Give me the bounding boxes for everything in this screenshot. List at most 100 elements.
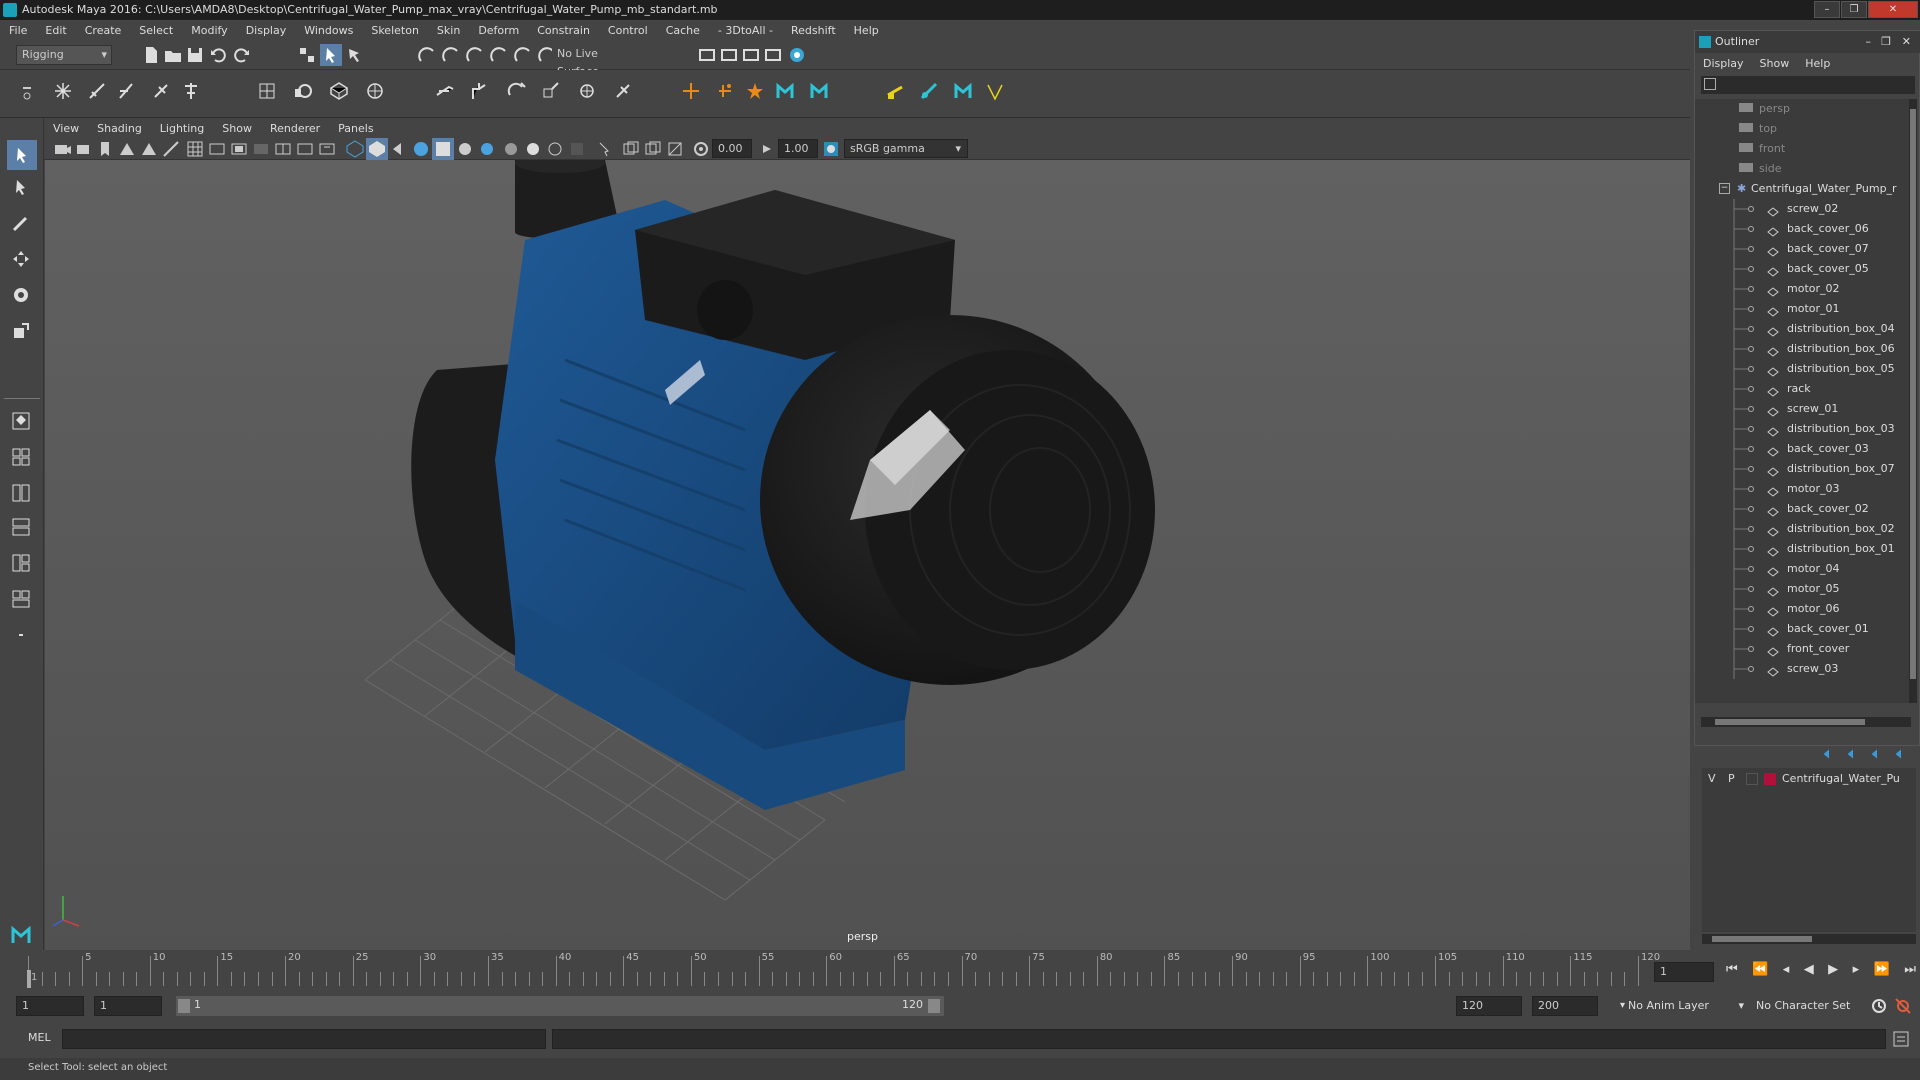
field-chart-icon[interactable] bbox=[272, 138, 294, 160]
interactive-bind-icon[interactable] bbox=[292, 80, 314, 102]
menu-file[interactable]: File bbox=[0, 24, 36, 37]
vp-menu-panels[interactable]: Panels bbox=[329, 122, 382, 135]
menu-create[interactable]: Create bbox=[76, 24, 131, 37]
menu-redshift[interactable]: Redshift bbox=[782, 24, 845, 37]
ipr-render-icon[interactable] bbox=[740, 44, 762, 66]
smooth-shade-icon[interactable] bbox=[366, 138, 388, 160]
maya-m-icon-3[interactable] bbox=[952, 80, 974, 102]
safe-action-icon[interactable] bbox=[294, 138, 316, 160]
layer-hscrollbar[interactable] bbox=[1702, 934, 1916, 944]
redo-icon[interactable] bbox=[230, 44, 252, 66]
layer-new-icon[interactable] bbox=[1868, 746, 1886, 762]
shadows-icon[interactable] bbox=[454, 138, 476, 160]
layer-playback-toggle[interactable]: P bbox=[1728, 770, 1735, 788]
wireframe-icon[interactable] bbox=[344, 138, 366, 160]
outliner-item[interactable]: back_cover_01 bbox=[1695, 619, 1905, 639]
point-constraint-icon[interactable] bbox=[612, 80, 634, 102]
minimize-button[interactable]: – bbox=[1814, 1, 1840, 18]
vp-menu-view[interactable]: View bbox=[44, 122, 88, 135]
vp-menu-renderer[interactable]: Renderer bbox=[261, 122, 329, 135]
paint-select-icon[interactable] bbox=[10, 212, 32, 234]
outliner-item[interactable]: distribution_box_07 bbox=[1695, 459, 1905, 479]
blend-shape-icon[interactable] bbox=[506, 80, 528, 102]
step-forward-frame-icon[interactable]: ▸ bbox=[1853, 962, 1860, 982]
outliner-menu-display[interactable]: Display bbox=[1695, 57, 1752, 70]
lights-icon[interactable] bbox=[476, 138, 498, 160]
cmd-language-label[interactable]: MEL bbox=[28, 1031, 51, 1044]
xray-components-icon[interactable] bbox=[544, 138, 566, 160]
outliner-item[interactable]: back_cover_05 bbox=[1695, 259, 1905, 279]
outliner-tree[interactable]: persp top front side − ✱ Centrifugal_Wat… bbox=[1695, 99, 1915, 703]
four-view-layout-icon[interactable] bbox=[10, 446, 32, 468]
outliner-item[interactable]: motor_05 bbox=[1695, 579, 1905, 599]
xray-icon[interactable] bbox=[500, 138, 522, 160]
isolate-select-icon[interactable] bbox=[566, 138, 588, 160]
outliner-item[interactable]: motor_06 bbox=[1695, 599, 1905, 619]
ik-handle-icon[interactable] bbox=[86, 80, 108, 102]
persp-graph-layout-icon[interactable] bbox=[10, 516, 32, 538]
image-plane-icon[interactable] bbox=[116, 138, 138, 160]
menu-help[interactable]: Help bbox=[845, 24, 888, 37]
menu-edit[interactable]: Edit bbox=[36, 24, 75, 37]
outliner-close-button[interactable]: ✕ bbox=[1902, 31, 1911, 53]
scene-start-field[interactable]: 1 bbox=[16, 996, 84, 1016]
step-forward-key-icon[interactable]: ⏩ bbox=[1874, 962, 1890, 982]
menu-display[interactable]: Display bbox=[237, 24, 296, 37]
outliner-hscroll-thumb[interactable] bbox=[1715, 719, 1865, 725]
2d-pan-zoom-icon[interactable] bbox=[138, 138, 160, 160]
outliner-hscrollbar[interactable] bbox=[1701, 717, 1911, 727]
persp-outliner-layout-icon[interactable] bbox=[10, 482, 32, 504]
playback-start-field[interactable]: 1 bbox=[94, 996, 162, 1016]
menu-select[interactable]: Select bbox=[130, 24, 182, 37]
outliner-item[interactable]: motor_03 bbox=[1695, 479, 1905, 499]
layer-list[interactable]: V P Centrifugal_Water_Pu bbox=[1702, 768, 1916, 932]
outliner-item[interactable]: distribution_box_05 bbox=[1695, 359, 1905, 379]
outliner-camera-side[interactable]: side bbox=[1739, 159, 1782, 179]
ik-spline-icon[interactable] bbox=[116, 80, 138, 102]
snap-view-plane-icon[interactable] bbox=[488, 44, 510, 66]
animation-preferences-icon[interactable] bbox=[1892, 995, 1914, 1017]
parent-constraint-icon[interactable] bbox=[576, 80, 598, 102]
outliner-maximize-button[interactable]: ❐ bbox=[1881, 31, 1891, 53]
mode-dropdown[interactable]: Rigging ▾ bbox=[16, 45, 112, 65]
high-quality-icon[interactable] bbox=[594, 138, 616, 160]
go-to-end-icon[interactable]: ⏭ bbox=[1904, 962, 1916, 982]
bind-skin-icon[interactable] bbox=[256, 80, 278, 102]
motion-blur-icon[interactable] bbox=[642, 138, 664, 160]
vp-menu-show[interactable]: Show bbox=[213, 122, 261, 135]
menu-deform[interactable]: Deform bbox=[469, 24, 528, 37]
shelf-menu-icon[interactable] bbox=[16, 82, 38, 104]
scale-tool-icon[interactable] bbox=[10, 320, 32, 342]
time-slider[interactable]: 1 5 10 15 20 25 30 35 40 45 50 55 60 65 70 75 80 85 90 95 10… bbox=[0, 950, 1920, 990]
play-forward-icon[interactable]: ▶ bbox=[1828, 962, 1838, 982]
outliner-item[interactable]: screw_02 bbox=[1695, 199, 1905, 219]
auto-key-icon[interactable] bbox=[1868, 995, 1890, 1017]
outliner-item[interactable]: distribution_box_02 bbox=[1695, 519, 1905, 539]
paint-effects-icon[interactable] bbox=[918, 80, 940, 102]
outliner-item[interactable]: back_cover_02 bbox=[1695, 499, 1905, 519]
hypershade-icon[interactable] bbox=[786, 44, 808, 66]
vp-menu-lighting[interactable]: Lighting bbox=[151, 122, 213, 135]
gamma-field[interactable]: 1.00 bbox=[778, 139, 818, 158]
script-editor-icon[interactable] bbox=[1890, 1028, 1912, 1050]
current-time-marker[interactable] bbox=[27, 970, 31, 988]
mirror-joint-icon[interactable] bbox=[150, 80, 172, 102]
wireframe-on-shaded-icon[interactable] bbox=[388, 138, 410, 160]
outliner-minimize-button[interactable]: – bbox=[1866, 31, 1872, 53]
open-scene-icon[interactable] bbox=[162, 44, 184, 66]
orient-constraint-icon[interactable] bbox=[744, 80, 766, 102]
undo-icon[interactable] bbox=[208, 44, 230, 66]
select-by-object-icon[interactable] bbox=[320, 44, 342, 66]
cluster-deformer-icon[interactable] bbox=[434, 80, 456, 102]
playback-end-field[interactable]: 120 bbox=[1456, 996, 1522, 1016]
character-set-dropdown[interactable]: No Character Set bbox=[1756, 996, 1866, 1016]
joint-tool-icon[interactable] bbox=[52, 80, 74, 102]
check-icon[interactable] bbox=[984, 80, 1006, 102]
paint-weights-icon[interactable] bbox=[328, 80, 350, 102]
lattice-deformer-icon[interactable] bbox=[468, 80, 490, 102]
single-perspective-layout-icon[interactable] bbox=[10, 410, 32, 432]
outliner-item[interactable]: screw_01 bbox=[1695, 399, 1905, 419]
range-slider-start-handle[interactable] bbox=[178, 999, 190, 1013]
snap-curve-icon[interactable] bbox=[440, 44, 462, 66]
outliner-camera-top[interactable]: top bbox=[1739, 119, 1777, 139]
